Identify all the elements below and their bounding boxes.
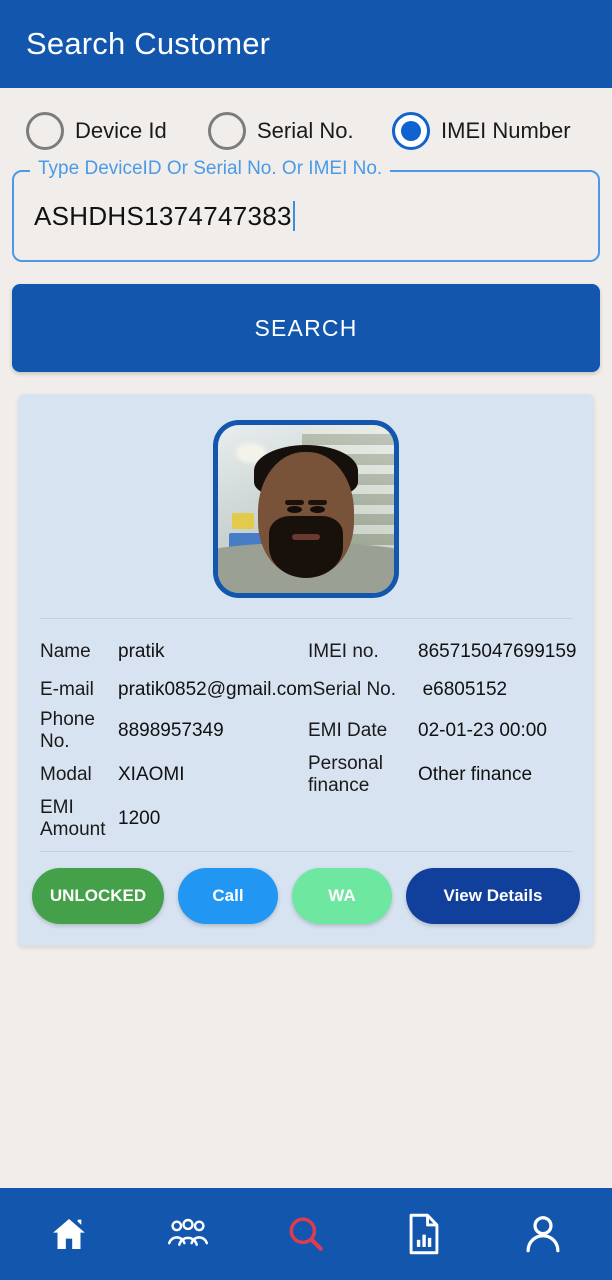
radio-label-device-id: Device Id — [75, 118, 167, 143]
photo-mouth — [292, 533, 320, 540]
table-row: Name pratik IMEI no. 865715047699159 — [40, 633, 577, 671]
view-details-button-label: View Details — [443, 886, 543, 905]
label-email: E-mail — [40, 679, 94, 700]
photo-brow-right — [308, 500, 328, 506]
page-content: Device Id Serial No. IMEI Number Type De… — [0, 88, 612, 1188]
radio-option-device-id[interactable]: Device Id — [26, 112, 208, 150]
value-name: pratik — [118, 641, 165, 662]
label-name: Name — [40, 641, 91, 662]
photo-eye-right — [310, 506, 326, 514]
search-input-value: ASHDHS1374747383 — [34, 200, 292, 231]
radio-unchecked-icon[interactable] — [208, 112, 246, 150]
photo-eye-left — [286, 506, 302, 514]
value-modal: XIAOMI — [118, 764, 185, 785]
photo-poster-yellow — [232, 513, 255, 530]
unlocked-button[interactable]: UNLOCKED — [32, 868, 164, 924]
profile-icon — [526, 1216, 560, 1253]
label-emi-date: EMI Date — [308, 720, 388, 741]
table-row: E-mail pratik0852@gmail.com Serial No. e… — [40, 671, 572, 709]
value-emi-date: 02-01-23 00:00 — [418, 720, 547, 741]
search-button-label: SEARCH — [254, 314, 358, 341]
search-input-wrapper: Type DeviceID Or Serial No. Or IMEI No. … — [12, 158, 600, 262]
label-imei-no: IMEI no. — [308, 641, 379, 662]
radio-dot — [401, 121, 421, 141]
photo-brow-left — [284, 500, 304, 506]
radio-checked-icon[interactable] — [392, 112, 430, 150]
customer-photo[interactable] — [213, 420, 399, 598]
search-button[interactable]: SEARCH — [12, 284, 600, 372]
table-row: EMI Amount 1200 — [40, 797, 572, 841]
value-phone-no: 8898957349 — [118, 720, 224, 741]
whatsapp-button[interactable]: WA — [292, 868, 392, 924]
value-emi-amount: 1200 — [118, 808, 161, 829]
label-personal-finance: Personal finance — [308, 753, 383, 796]
label-modal: Modal — [40, 764, 92, 785]
home-icon — [53, 1219, 86, 1249]
radio-unchecked-icon[interactable] — [26, 112, 64, 150]
customer-photo-wrapper — [18, 414, 594, 618]
search-icon — [289, 1217, 323, 1251]
radio-label-imei-number: IMEI Number — [441, 118, 571, 143]
customer-result-card: Name pratik IMEI no. 865715047699159 E-m… — [18, 394, 594, 946]
app-bar: Search Customer — [0, 0, 612, 88]
customer-info-grid: Name pratik IMEI no. 865715047699159 E-m… — [18, 619, 594, 851]
radio-label-serial-no: Serial No. — [257, 118, 354, 143]
table-row: Modal XIAOMI Personal finance Other fina… — [40, 753, 572, 797]
search-type-radio-group: Device Id Serial No. IMEI Number — [0, 88, 612, 156]
radio-option-imei-number[interactable]: IMEI Number — [392, 112, 586, 150]
search-input[interactable]: ASHDHS1374747383 — [12, 170, 600, 262]
photo-beard — [269, 516, 343, 579]
value-email: pratik0852@gmail.com — [118, 679, 313, 700]
label-phone-no: Phone No. — [40, 709, 95, 752]
nav-item-search[interactable] — [270, 1203, 342, 1265]
view-details-button[interactable]: View Details — [406, 868, 580, 924]
nav-item-reports[interactable] — [388, 1203, 460, 1265]
photo-face — [258, 451, 354, 579]
text-caret — [292, 201, 295, 231]
table-row: Phone No. 8898957349 EMI Date 02-01-23 0… — [40, 709, 572, 753]
value-serial-no: e6805152 — [422, 679, 508, 700]
value-imei-no: 865715047699159 — [418, 641, 577, 662]
radio-option-serial-no[interactable]: Serial No. — [208, 112, 392, 150]
report-icon — [409, 1213, 439, 1255]
nav-item-customers[interactable] — [152, 1203, 224, 1265]
value-personal-finance: Other finance — [418, 764, 533, 785]
label-emi-amount: EMI Amount — [40, 797, 106, 840]
nav-item-home[interactable] — [33, 1203, 105, 1265]
unlocked-button-label: UNLOCKED — [49, 886, 147, 905]
page-title: Search Customer — [26, 26, 271, 61]
card-action-row: UNLOCKED Call WA View Details — [18, 852, 594, 928]
nav-item-profile[interactable] — [507, 1203, 579, 1265]
call-button[interactable]: Call — [178, 868, 278, 924]
bottom-navigation-bar — [0, 1188, 612, 1280]
search-input-legend: Type DeviceID Or Serial No. Or IMEI No. — [30, 158, 391, 180]
call-button-label: Call — [212, 886, 244, 905]
group-icon — [167, 1218, 208, 1246]
label-serial-no: Serial No. — [312, 679, 397, 700]
whatsapp-button-label: WA — [328, 886, 356, 905]
